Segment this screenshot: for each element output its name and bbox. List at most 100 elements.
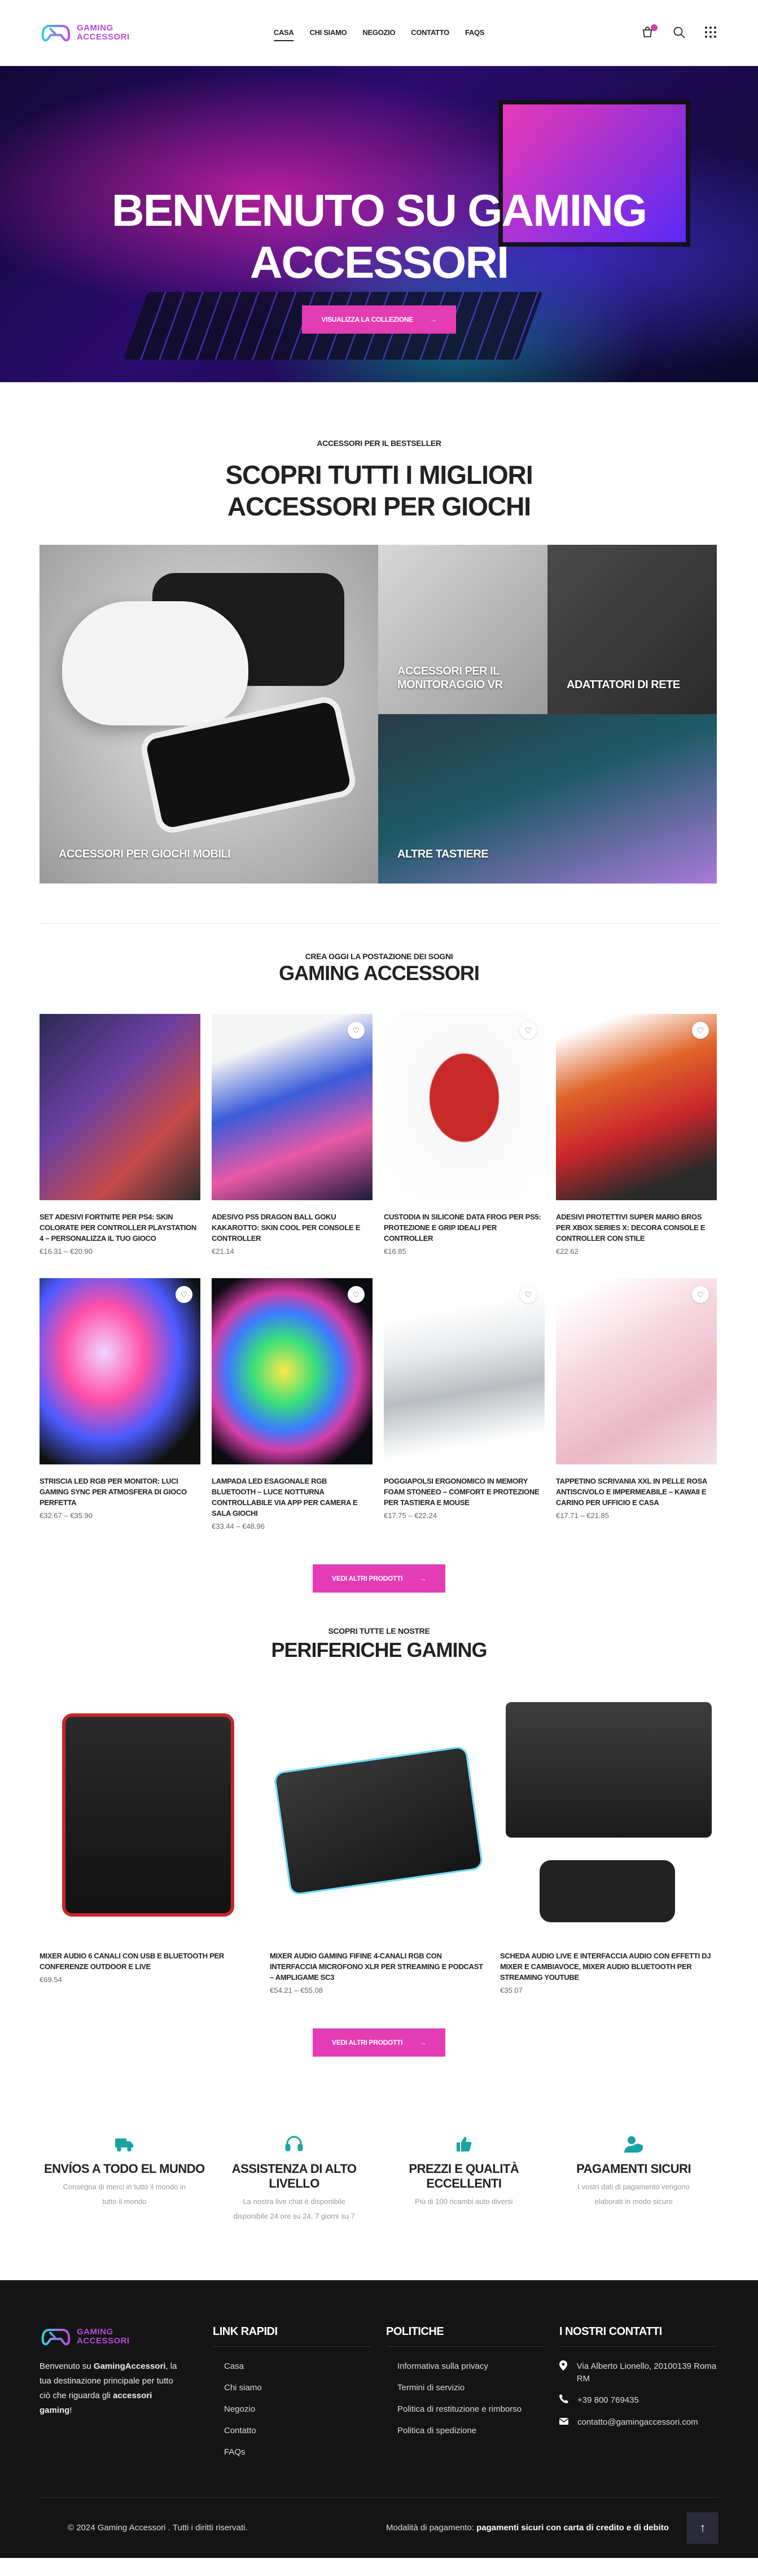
peripherals-title: periferiche gaming [271,1638,487,1661]
footer-email[interactable]: contatto@gamingaccessori.com [577,2416,698,2429]
product-image[interactable] [40,1691,257,1939]
footer-link-refund[interactable]: Politica di restituzione e rimborso [386,2399,559,2420]
wishlist-heart-icon[interactable]: ♡ [348,1022,365,1039]
footer-link-contatto[interactable]: Contatto [213,2420,386,2442]
footer-link-privacy[interactable]: Informativa sulla privacy [386,2356,559,2377]
product-image[interactable]: ♡ [556,1278,717,1464]
headset-icon [209,2136,379,2156]
site-logo[interactable]: Gaming Accessori [40,21,152,44]
product-image[interactable]: ♡ [384,1014,545,1200]
gamepad-logo-icon [40,2325,72,2348]
footer-bottom-bar: © 2024 Gaming Accessori . Tutti i diritt… [40,2497,718,2558]
envelope-icon [559,2416,569,2429]
product-title[interactable]: Scheda Audio Live e Interfaccia Audio co… [500,1950,717,1983]
category-tile-vr[interactable]: Accessori per il monitoraggio VR [378,545,547,714]
product-price: €32.67 – €35.90 [40,1511,93,1520]
footer-link-terms[interactable]: Termini di servizio [386,2377,559,2399]
product-card[interactable]: Scheda Audio Live e Interfaccia Audio co… [500,1691,717,1995]
footer-link-casa[interactable]: Casa [213,2356,386,2377]
product-title[interactable]: Mixer Audio 6 Canali con USB e Bluetooth… [40,1950,257,1972]
wishlist-heart-icon[interactable]: ♡ [520,1022,537,1039]
product-title[interactable]: Set Adesivi Fortnite per PS4: Skin Color… [40,1212,200,1244]
footer-link-shipping[interactable]: Politica di spedizione [386,2420,559,2442]
nav-negozio[interactable]: Negozio [362,25,395,41]
feature-title: Envíos a todo el mundo [43,2162,205,2176]
product-price: €16.85 [384,1247,406,1256]
phone-icon [559,2394,569,2407]
nav-contatto[interactable]: Contatto [411,25,449,41]
product-title[interactable]: Lampada LED Esagonale RGB Bluetooth – Lu… [212,1476,373,1519]
footer-address: Via Alberto Lionello, 20100139 Roma RM [576,2361,717,2383]
footer-logo[interactable]: Gaming Accessori [40,2325,152,2348]
logo-line2: Accessori [77,32,130,42]
product-grid: Set Adesivi Fortnite per PS4: Skin Color… [40,1014,718,1530]
product-card[interactable]: Mixer Audio 6 Canali con USB e Bluetooth… [40,1691,257,1995]
product-card[interactable]: ♡ Poggiapolsi Ergonomico in Memory Foam … [384,1278,545,1530]
category-tile-keyboards[interactable]: Altre tastiere [378,714,717,884]
product-card[interactable]: ♡ Adesivo PS5 Dragon Ball Goku Kakarotto… [212,1014,373,1256]
scroll-to-top-button[interactable]: ↑ [687,2512,718,2544]
product-price: €17.75 – €22.24 [384,1511,437,1520]
nav-faqs[interactable]: FAQs [465,25,485,41]
category-tile-mobile[interactable]: Accessori per giochi mobili [40,545,378,884]
product-image[interactable]: ♡ [384,1278,545,1464]
product-card[interactable]: Set Adesivi Fortnite per PS4: Skin Color… [40,1014,200,1256]
view-collection-button[interactable]: Visualizza la collezione → [302,305,456,334]
product-image[interactable] [500,1691,717,1939]
header-actions [641,24,718,40]
search-icon[interactable] [672,25,687,40]
grid-menu-icon[interactable] [704,25,718,40]
peripherals-subtitle: Scopri tutte le nostre [328,1626,430,1635]
wishlist-heart-icon[interactable]: ♡ [348,1286,365,1303]
footer-link-chi-siamo[interactable]: Chi siamo [213,2377,386,2399]
see-more-products-button[interactable]: Vedi altri prodotti → [313,1564,445,1593]
product-title[interactable]: Mixer Audio Gaming FIFINE 4-Canali RGB c… [270,1950,487,1983]
logo-line1: Gaming [77,23,113,33]
wishlist-heart-icon[interactable]: ♡ [692,1022,709,1039]
wishlist-heart-icon[interactable]: ♡ [692,1286,709,1303]
footer-phone[interactable]: +39 800 769435 [577,2394,639,2407]
gamepad-logo-icon [40,21,72,44]
product-image[interactable]: ♡ [212,1014,373,1200]
feature-payments: Pagamenti sicuri I vostri dati di pagame… [549,2136,718,2224]
product-title[interactable]: Custodia in Silicone Data Frog per PS5: … [384,1212,545,1244]
see-more-peripherals-button[interactable]: Vedi altri prodotti → [313,2028,445,2057]
gaming-products-section: Crea oggi la postazione dei sogni Gaming… [0,924,758,1593]
nav-chi-siamo[interactable]: Chi siamo [310,25,347,41]
product-card[interactable]: ♡ Tappetino Scrivania XXL in Pelle Rosa … [556,1278,717,1530]
nav-casa[interactable]: Casa [273,25,294,41]
product-card[interactable]: ♡ Striscia LED RGB per Monitor: Luci Gam… [40,1278,200,1530]
feature-title: Prezzi e qualità eccellenti [409,2162,519,2190]
product-image[interactable] [270,1691,487,1939]
product-price: €22.62 [556,1247,579,1256]
main-nav: Casa Chi siamo Negozio Contatto FAQs [273,25,485,41]
product-image[interactable]: ♡ [212,1278,373,1464]
product-image[interactable] [40,1014,200,1200]
cart-icon[interactable] [641,24,658,40]
map-pin-icon [559,2360,569,2374]
product-price: €35.07 [500,1986,523,1995]
product-price: €69.54 [40,1975,62,1984]
product-image[interactable]: ♡ [556,1014,717,1200]
product-image[interactable]: ♡ [40,1278,200,1464]
payment-info: Modalità di pagamento: pagamenti sicuri … [386,2522,669,2533]
product-card[interactable]: ♡ Lampada LED Esagonale RGB Bluetooth – … [212,1278,373,1530]
cart-badge [651,24,658,31]
footer-link-faqs[interactable]: FAQs [213,2442,386,2463]
product-card[interactable]: ♡ Adesivi Protettivi Super Mario Bros pe… [556,1014,717,1256]
footer-link-negozio[interactable]: Negozio [213,2399,386,2420]
category-tile-adapters[interactable]: Adattatori di rete [547,545,717,714]
wishlist-heart-icon[interactable]: ♡ [520,1286,537,1303]
logo-line1: Gaming [77,2327,113,2337]
product-title[interactable]: Striscia LED RGB per Monitor: Luci Gamin… [40,1476,200,1508]
wishlist-heart-icon[interactable]: ♡ [176,1286,192,1303]
product-price: €33.44 – €48.96 [212,1522,265,1530]
product-title[interactable]: Adesivo PS5 Dragon Ball Goku Kakarotto: … [212,1212,373,1244]
product-title[interactable]: Poggiapolsi Ergonomico in Memory Foam St… [384,1476,545,1508]
product-card[interactable]: Mixer Audio Gaming FIFINE 4-Canali RGB c… [270,1691,487,1995]
product-title[interactable]: Tappetino Scrivania XXL in Pelle Rosa An… [556,1476,717,1508]
product-card[interactable]: ♡ Custodia in Silicone Data Frog per PS5… [384,1014,545,1256]
product-title[interactable]: Adesivi Protettivi Super Mario Bros per … [556,1212,717,1244]
gaming-title: Gaming Accessori [279,961,480,985]
hero-banner: Benvenuto su Gaming Accessori Visualizza… [0,66,758,382]
